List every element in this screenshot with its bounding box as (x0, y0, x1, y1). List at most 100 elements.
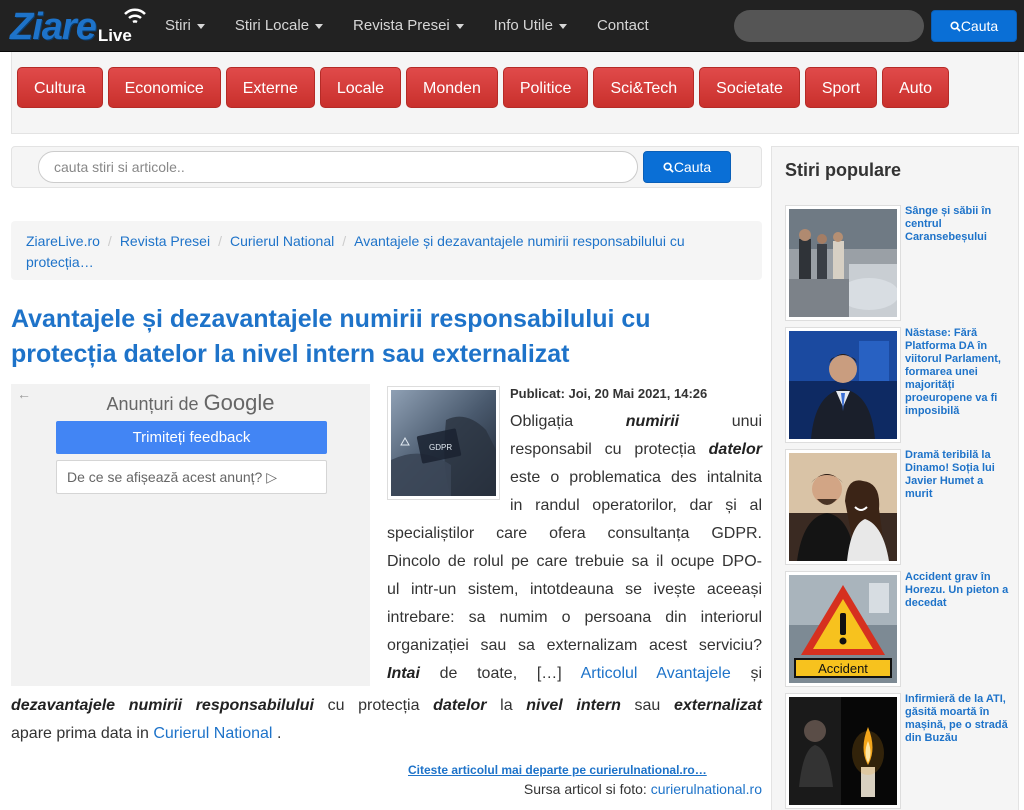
search-button[interactable]: Cauta (643, 151, 731, 183)
popular-item-image[interactable] (785, 205, 901, 321)
news-photo (789, 697, 897, 805)
article-line: Intai de toate, […] Articolul Avantajele… (387, 660, 762, 688)
nav-item-label: Info Utile (493, 17, 553, 34)
category-button-politice[interactable]: Politice (502, 67, 589, 108)
popular-item-image[interactable]: Accident (785, 571, 901, 687)
text-span: cu protecția (327, 697, 420, 714)
main-menu: Stiri Stiri Locale Revista Presei Info Util… (150, 0, 664, 52)
popular-item[interactable]: Sânge și săbii în centrul Caransebeșului (785, 205, 1015, 321)
source-inline-link[interactable]: Curierul National (153, 725, 272, 742)
search-icon (663, 162, 674, 173)
article-link[interactable]: Articolul Avantajele (581, 665, 731, 682)
logo-sub-text: Live (97, 26, 132, 45)
article-line: apare prima data in Curierul National . (11, 720, 762, 748)
popular-item-image[interactable] (785, 693, 901, 809)
search-icon (950, 21, 961, 32)
search-panel: Cauta (11, 146, 762, 188)
text-span: responsabil cu protecția (510, 441, 696, 458)
ad-why-button[interactable]: De ce se afișează acest anunț? ▷ (56, 460, 327, 494)
article-line: dezavantajele numirii responsabilului cu… (11, 692, 762, 720)
category-button-sci-tech[interactable]: Sci&Tech (593, 67, 695, 108)
keyword-bold: Intai (387, 665, 420, 682)
category-button-locale[interactable]: Locale (319, 67, 402, 108)
article-line: in randul operatorilor, dar și al (510, 497, 762, 514)
keyword-bold: nivel intern (526, 697, 621, 714)
text-span: unui (731, 413, 762, 430)
text-span: la (500, 697, 513, 714)
site-logo[interactable]: Ziare Live (10, 6, 146, 48)
popular-item-link[interactable]: Năstase: Fără Platforma DA în viitorul P… (905, 327, 1011, 418)
article-line: organizației sau sa externalizam acest s… (387, 637, 762, 654)
read-more-link[interactable]: Citeste articolul mai departe pe curieru… (408, 763, 707, 777)
news-photo (789, 331, 897, 439)
category-button-sport[interactable]: Sport (804, 67, 878, 108)
popular-item[interactable]: Accident Accident grav în Horezu. Un pie… (785, 571, 1015, 687)
popular-item-link[interactable]: Dramă teribilă la Dinamo! Soția lui Javi… (905, 449, 1011, 501)
nav-item-revista-presei[interactable]: Revista Presei (338, 0, 479, 52)
article-thumbnail[interactable]: GDPR (387, 386, 500, 500)
category-bar: Cultura Economice Externe Locale Monden Polit… (11, 52, 1019, 134)
breadcrumb-home[interactable]: ZiareLive.ro (26, 233, 100, 249)
text-span: și (750, 665, 763, 682)
news-photo (789, 453, 897, 561)
category-list: Cultura Economice Externe Locale Monden Polit… (17, 67, 954, 108)
ad-label: Anunțuri de Google (11, 390, 370, 416)
published-date: Publicat: Joi, 20 Mai 2021, 14:26 (510, 386, 708, 401)
nav-item-contact[interactable]: Contact (582, 0, 664, 52)
caret-down-icon (196, 23, 205, 29)
logo-main-text: Ziare (10, 6, 97, 48)
nav-item-label: Revista Presei (353, 17, 450, 34)
nav-item-label: Stiri Locale (234, 17, 310, 34)
sidebar-title: Stiri populare (785, 160, 902, 180)
article-line: Dincolo de rolul pe care trebuie sa il o… (387, 553, 762, 570)
category-button-externe[interactable]: Externe (225, 67, 315, 108)
ad-label-text: Anunțuri de (106, 394, 199, 414)
popular-item[interactable]: Dramă teribilă la Dinamo! Soția lui Javi… (785, 449, 1015, 565)
search-button-label: Cauta (673, 159, 712, 175)
breadcrumb-separator: / (218, 233, 222, 249)
ad-feedback-button[interactable]: Trimiteți feedback (56, 421, 327, 454)
popular-item-image[interactable] (785, 449, 901, 565)
popular-news-sidebar: Stiri populare Sânge și săbii în centrul… (771, 146, 1019, 810)
nav-item-stiri[interactable]: Stiri (150, 0, 220, 52)
category-button-auto[interactable]: Auto (882, 67, 950, 108)
breadcrumb-curierul-national[interactable]: Curierul National (230, 233, 334, 249)
article-image: GDPR (391, 390, 496, 496)
popular-item[interactable]: Năstase: Fără Platforma DA în viitorul P… (785, 327, 1015, 443)
article-line: intrebare: sa numim o persoana din inter… (387, 609, 762, 626)
keyword-bold: datelor (708, 441, 762, 458)
thumbnail-text: GDPR (429, 443, 452, 452)
category-button-monden[interactable]: Monden (406, 67, 498, 108)
keyword-bold: externalizat (673, 697, 762, 714)
article-title: Avantajele și dezavantajele numirii resp… (11, 305, 651, 368)
text-span: . (276, 725, 282, 742)
category-button-economice[interactable]: Economice (107, 67, 221, 108)
nav-item-stiri-locale[interactable]: Stiri Locale (220, 0, 338, 52)
keyword-bold: dezavantajele numirii responsabilului (11, 697, 314, 714)
nav-item-label: Contact (596, 17, 649, 34)
breadcrumb-separator: / (342, 233, 347, 249)
keyword-bold: numirii (625, 413, 680, 430)
category-button-societate[interactable]: Societate (699, 67, 800, 108)
article-line: ul intr-un sistem, intotdeauna se ivește… (387, 581, 762, 598)
popular-item-image[interactable] (785, 327, 901, 443)
article-line: specialiștilor care ofera consultanța GD… (387, 525, 762, 542)
popular-item-link[interactable]: Sânge și săbii în centrul Caransebeșului (905, 205, 1011, 244)
caret-down-icon (455, 23, 464, 29)
nav-item-info-utile[interactable]: Info Utile (479, 0, 582, 52)
category-button-cultura[interactable]: Cultura (17, 67, 103, 108)
breadcrumb-separator: / (107, 233, 112, 249)
popular-item[interactable]: Infirmieră de la ATI, găsită moartă în m… (785, 693, 1015, 809)
nav-item-label: Stiri (165, 17, 191, 34)
google-brand: Google (203, 390, 275, 415)
navbar-search-input[interactable] (734, 10, 924, 42)
article-line: este o problematica des intalnita (510, 469, 762, 486)
source-link[interactable]: curierulnational.ro (651, 781, 762, 797)
breadcrumb-revista-presei[interactable]: Revista Presei (120, 233, 210, 249)
navbar-search-button[interactable]: Cauta (931, 10, 1017, 42)
search-input[interactable] (38, 151, 638, 183)
popular-item-link[interactable]: Infirmieră de la ATI, găsită moartă în m… (905, 693, 1011, 745)
popular-item-link[interactable]: Accident grav în Horezu. Un pieton a dec… (905, 571, 1011, 610)
top-navbar: Ziare Live Stiri Stiri Locale Revista Pres… (0, 0, 1024, 52)
article-line: Obligația numirii unui (510, 408, 762, 436)
